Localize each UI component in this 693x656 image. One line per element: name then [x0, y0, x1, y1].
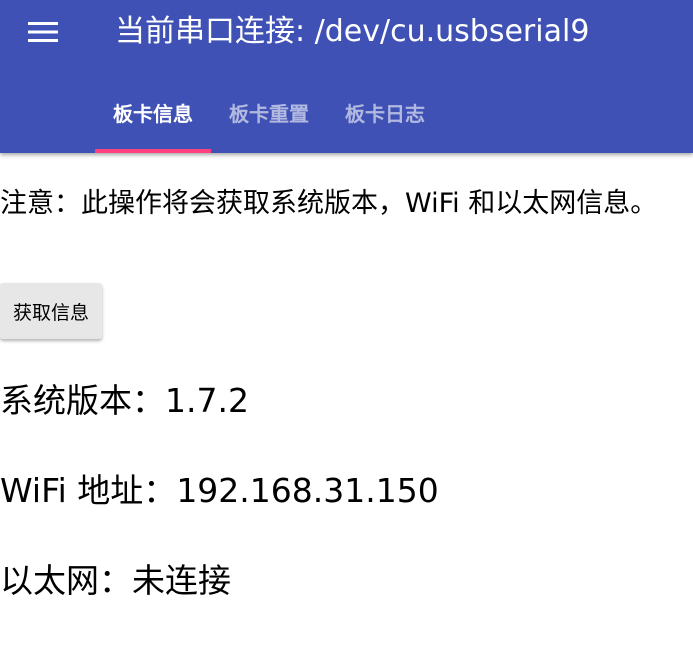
- tab-bar: 板卡信息 板卡重置 板卡日志: [95, 82, 443, 153]
- tab-board-log[interactable]: 板卡日志: [327, 82, 443, 153]
- page-title: 当前串口连接: /dev/cu.usbserial9: [115, 14, 590, 49]
- system-version-value: 1.7.2: [165, 381, 249, 420]
- system-version-row: 系统版本：1.7.2: [0, 381, 249, 421]
- notice-text: 注意：此操作将会获取系统版本，WiFi 和以太网信息。: [0, 188, 658, 219]
- active-tab-indicator: [95, 149, 211, 153]
- wifi-address-value: 192.168.31.150: [176, 471, 439, 510]
- tab-board-reset-label: 板卡重置: [229, 102, 309, 126]
- tab-board-reset[interactable]: 板卡重置: [211, 82, 327, 153]
- tab-board-info[interactable]: 板卡信息: [95, 82, 211, 153]
- ethernet-value: 未连接: [132, 561, 231, 600]
- wifi-address-label: WiFi 地址：: [0, 471, 177, 510]
- tab-board-info-label: 板卡信息: [113, 102, 193, 126]
- hamburger-menu-icon[interactable]: [28, 20, 58, 44]
- app-bar: 当前串口连接: /dev/cu.usbserial9 板卡信息 板卡重置 板卡日…: [0, 0, 693, 153]
- ethernet-label: 以太网：: [0, 561, 132, 600]
- tab-board-log-label: 板卡日志: [345, 102, 425, 126]
- wifi-address-row: WiFi 地址：192.168.31.150: [0, 471, 439, 511]
- ethernet-row: 以太网：未连接: [0, 561, 231, 601]
- fetch-info-button[interactable]: 获取信息: [0, 283, 103, 339]
- system-version-label: 系统版本：: [0, 381, 165, 420]
